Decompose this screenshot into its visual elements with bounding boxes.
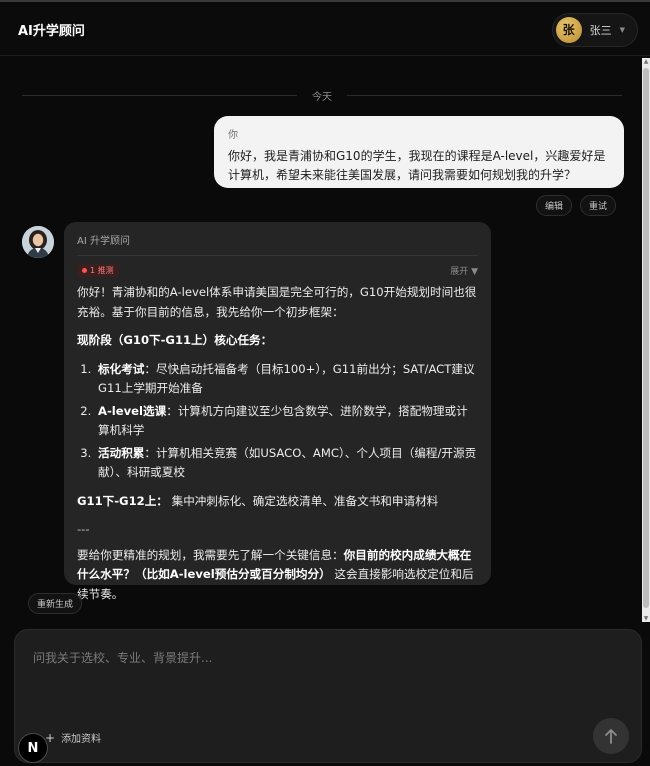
scrollbar-thumb[interactable] xyxy=(643,68,649,608)
date-label: 今天 xyxy=(312,92,332,103)
assistant-intro: 你好！青浦协和的A-level体系申请美国是完全可行的，G10开始规划时间也很充… xyxy=(77,285,477,319)
section-text: 集中冲刺标化、确定选校清单、准备文书和申请材料 xyxy=(171,493,439,508)
list-item: 活动积累：计算机相关竞赛（如USACO、AMC）、个人项目（编程/开源贡献）、科… xyxy=(95,444,478,483)
corner-logo-badge[interactable]: N xyxy=(18,733,48,763)
add-attachment-button[interactable]: + 添加资料 xyxy=(45,730,102,746)
user-menu[interactable]: 张 张三 ▼ xyxy=(551,12,638,47)
user-message-sender: 你 xyxy=(228,130,238,141)
list-item: A-level选课：计算机方向建议至少包含数学、进阶数学，搭配物理或计算机科学 xyxy=(95,402,478,441)
task-list: 标化考试：尽快启动托福备考（目标100+），G11前出分；SAT/ACT建议G1… xyxy=(95,360,478,483)
scroll-down-icon[interactable]: ▼ xyxy=(642,615,650,622)
attach-label: 添加资料 xyxy=(61,734,102,745)
assistant-sender: AI 升学顾问 xyxy=(77,232,478,256)
list-item: 标化考试：尽快启动托福备考（目标100+），G11前出分；SAT/ACT建议G1… xyxy=(95,360,478,399)
chat-scrollbar[interactable]: ▲ ▼ xyxy=(642,58,650,622)
scroll-up-icon[interactable]: ▲ xyxy=(642,58,650,65)
top-bar: AI升学顾问 张 张三 ▼ xyxy=(0,4,650,56)
inference-badge-label: 1 推测 xyxy=(90,266,114,275)
user-name: 张三 xyxy=(589,23,612,37)
message-actions: 编辑 重试 xyxy=(535,195,616,216)
separator: --- xyxy=(77,522,90,536)
app-window: AI升学顾问 张 张三 ▼ 今天 你 你好，我是青浦协和G10的学生，我现在的课… xyxy=(0,0,650,766)
chevron-down-icon: ▼ xyxy=(619,25,625,34)
list-item-text: ：尽快启动托福备考（目标100+），G11前出分；SAT/ACT建议G11上学期… xyxy=(98,361,475,396)
send-button[interactable] xyxy=(593,718,629,754)
status-dot-icon xyxy=(82,268,87,273)
date-divider: 今天 xyxy=(22,88,622,103)
expand-toggle[interactable]: 展开 ▼ xyxy=(450,264,478,277)
section-heading: 现阶段（G10下-G11上）核心任务： xyxy=(77,333,273,347)
assistant-message-body: 你好！青浦协和的A-level体系申请美国是完全可行的，G10开始规划时间也很充… xyxy=(77,283,478,604)
closing-text: 要给你更精准的规划，我需要先了解一个关键信息： xyxy=(77,547,344,562)
app-title: AI升学顾问 xyxy=(18,24,85,39)
section-heading: G11下-G12上： xyxy=(77,493,168,508)
advisor-avatar xyxy=(22,226,54,258)
message-composer: + 添加资料 xyxy=(14,629,642,763)
regenerate-button[interactable]: 重新生成 xyxy=(28,593,83,614)
arrow-up-icon xyxy=(605,729,617,744)
message-input[interactable] xyxy=(33,648,593,668)
list-item-title: 标化考试 xyxy=(98,361,145,376)
reasoning-row: 1 推测 展开 ▼ xyxy=(77,264,478,277)
list-item-title: A-level选课 xyxy=(98,403,167,418)
user-message-bubble: 你 你好，我是青浦协和G10的学生，我现在的课程是A-level，兴趣爱好是计算… xyxy=(214,116,624,188)
list-item-title: 活动积累 xyxy=(98,445,145,460)
retry-button[interactable]: 重试 xyxy=(579,195,616,216)
inference-badge[interactable]: 1 推测 xyxy=(77,264,119,277)
list-item-text: ：计算机相关竞赛（如USACO、AMC）、个人项目（编程/开源贡献）、科研或夏校 xyxy=(98,445,477,480)
user-avatar: 张 xyxy=(555,16,582,43)
user-message-text: 你好，我是青浦协和G10的学生，我现在的课程是A-level，兴趣爱好是计算机，… xyxy=(228,149,606,182)
chat-scroll-area[interactable]: 今天 你 你好，我是青浦协和G10的学生，我现在的课程是A-level，兴趣爱好… xyxy=(0,58,642,623)
edit-button[interactable]: 编辑 xyxy=(535,195,572,216)
assistant-message-card: AI 升学顾问 1 推测 展开 ▼ 你好！青浦协和的A-level体系申请美国是… xyxy=(64,222,491,601)
